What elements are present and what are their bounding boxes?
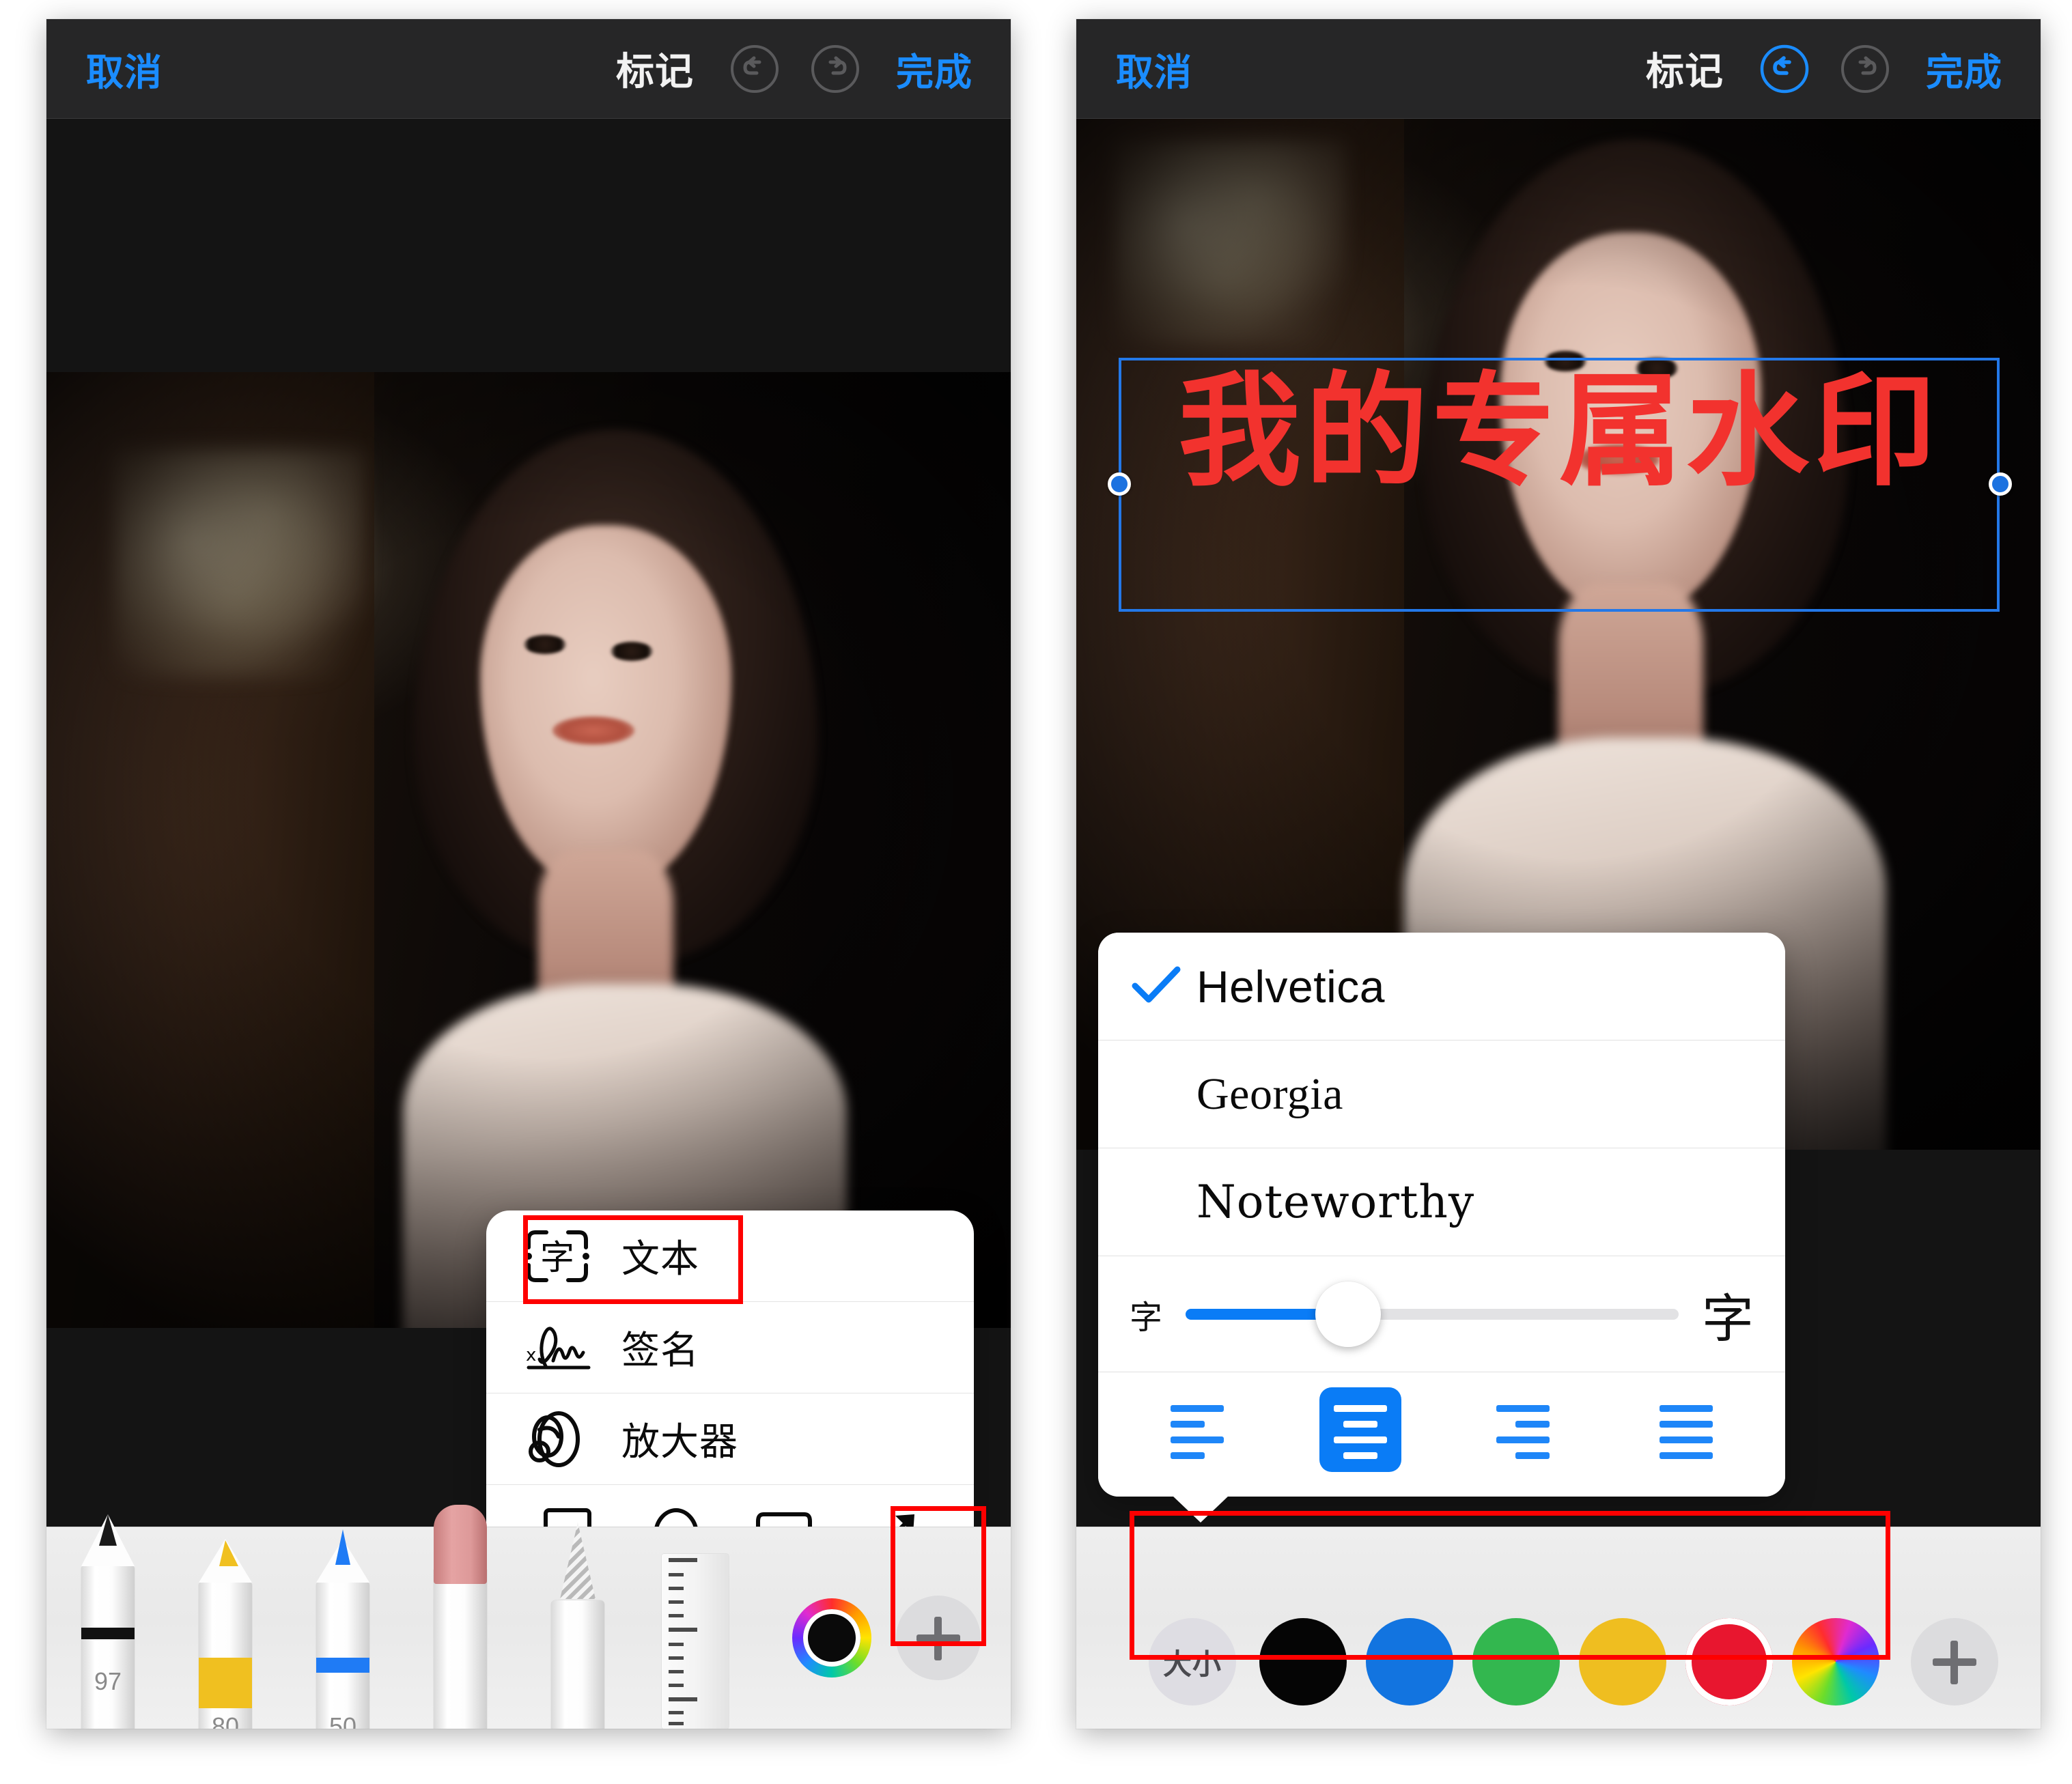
color-wheel-button[interactable] [792, 1598, 871, 1677]
size-button[interactable]: 大小 [1149, 1618, 1236, 1705]
checkmark-icon [1131, 965, 1196, 1008]
undo-button[interactable] [729, 44, 780, 94]
align-right-button[interactable] [1482, 1387, 1564, 1472]
text-alignment-row [1098, 1372, 1785, 1487]
black-pen-color-band [81, 1628, 135, 1639]
redo-button[interactable] [810, 44, 860, 94]
black-pen-number: 97 [94, 1667, 122, 1695]
panel-caret [1172, 1495, 1229, 1523]
plus-icon-vertical [1950, 1641, 1958, 1684]
plus-icon-vertical [934, 1617, 942, 1660]
right-screenshot-panel: 取消 标记 完成 我的专属水印 Helvetica Georgia Notewo… [1076, 19, 2041, 1729]
font-name: Helvetica [1196, 961, 1385, 1012]
highlighter-body: 80 [199, 1539, 252, 1729]
left-resize-handle[interactable] [1108, 472, 1131, 496]
font-size-slider[interactable] [1186, 1281, 1679, 1347]
popup-item-label: 放大器 [621, 1420, 738, 1463]
font-size-small-label: 字 [1130, 1298, 1163, 1337]
popup-item-label: 文本 [621, 1237, 699, 1280]
font-option-georgia[interactable]: Georgia [1098, 1040, 1785, 1148]
ruler-body [662, 1554, 729, 1729]
nav-history-buttons [1759, 44, 1890, 94]
add-tool-button[interactable] [896, 1596, 981, 1680]
tool-black-pen[interactable]: 97 [70, 1514, 146, 1729]
left-nav-bar: 取消 标记 完成 [46, 19, 1011, 119]
pen-tray: 97 80 50 [46, 1505, 1011, 1729]
page-title: 标记 [1645, 50, 1724, 93]
pencil-body [551, 1523, 604, 1729]
highlighter-chisel-nib [219, 1540, 238, 1566]
cancel-button[interactable]: 取消 [1116, 42, 1192, 96]
align-center-button[interactable] [1319, 1387, 1401, 1472]
top-letterbox [46, 119, 1011, 372]
photo-portrait [46, 372, 1011, 1328]
font-option-noteworthy[interactable]: Noteworthy [1098, 1148, 1785, 1256]
tool-ruler[interactable] [657, 1554, 733, 1729]
popup-item-signature[interactable]: x 签名 [486, 1302, 974, 1393]
pencil-hatched-tip [560, 1523, 596, 1599]
blue-pen-color-band [316, 1658, 369, 1673]
blue-pen-body: 50 [316, 1529, 369, 1729]
left-screenshot-panel: 取消 标记 完成 字 文本 x 签名 放大器 97 80 50 [46, 19, 1011, 1729]
redo-button[interactable] [1840, 44, 1890, 94]
color-wheel-swatch[interactable] [1792, 1618, 1879, 1705]
color-black-swatch[interactable] [1259, 1618, 1347, 1705]
redo-icon [811, 44, 859, 93]
tool-yellow-highlighter[interactable]: 80 [187, 1539, 264, 1729]
align-left-button[interactable] [1156, 1387, 1238, 1472]
add-tool-button[interactable] [1911, 1618, 1998, 1705]
font-options-panel: Helvetica Georgia Noteworthy 字 字 [1098, 933, 1785, 1523]
photo-vignette [46, 372, 1011, 1328]
black-pen-body: 97 [81, 1514, 135, 1729]
right-color-toolbar: 大小 [1076, 1527, 2041, 1729]
page-title: 标记 [615, 50, 694, 93]
undo-button[interactable] [1759, 44, 1810, 94]
font-size-large-label: 字 [1702, 1288, 1754, 1349]
ruler-ticks [669, 1558, 697, 1725]
done-button[interactable]: 完成 [1926, 42, 2002, 96]
color-blue-swatch[interactable] [1366, 1618, 1453, 1705]
font-option-helvetica[interactable]: Helvetica [1098, 933, 1785, 1040]
nav-history-buttons [729, 44, 860, 94]
eraser-head [434, 1505, 487, 1584]
signature-icon: x [523, 1318, 598, 1377]
tool-blue-pen[interactable]: 50 [305, 1529, 381, 1729]
text-box-icon: 字 [523, 1227, 598, 1286]
watermark-text[interactable]: 我的专属水印 [1121, 367, 1997, 498]
undo-icon [1760, 44, 1809, 93]
redo-icon [1840, 44, 1889, 93]
color-yellow-swatch[interactable] [1579, 1618, 1666, 1705]
cancel-button[interactable]: 取消 [86, 42, 163, 96]
color-wheel-selected-swatch [803, 1609, 860, 1667]
watermark-selection-box[interactable]: 我的专属水印 [1119, 358, 2000, 612]
svg-text:字: 字 [540, 1238, 574, 1277]
highlighter-color-band [199, 1658, 252, 1708]
black-pen-nib [99, 1514, 117, 1546]
color-red-swatch-selected[interactable] [1685, 1618, 1773, 1705]
font-size-row: 字 字 [1098, 1256, 1785, 1372]
right-nav-bar: 取消 标记 完成 [1076, 19, 2041, 119]
popup-item-label: 签名 [621, 1329, 699, 1372]
popup-item-text[interactable]: 字 文本 [486, 1210, 974, 1302]
svg-text:x: x [526, 1345, 536, 1365]
slider-thumb[interactable] [1315, 1281, 1382, 1347]
tool-eraser[interactable] [422, 1505, 499, 1729]
eraser-body [434, 1505, 487, 1729]
tool-pencil[interactable] [540, 1523, 616, 1729]
font-name: Georgia [1196, 1068, 1343, 1119]
blue-pen-nib [335, 1529, 350, 1565]
align-justify-button[interactable] [1645, 1387, 1727, 1472]
left-markup-toolbar: 97 80 50 [46, 1505, 1011, 1729]
font-name: Noteworthy [1196, 1176, 1475, 1228]
blue-pen-number: 50 [328, 1712, 357, 1729]
color-green-swatch[interactable] [1472, 1618, 1560, 1705]
right-resize-handle[interactable] [1989, 472, 2012, 496]
highlighter-number: 80 [211, 1712, 240, 1729]
popup-item-magnifier[interactable]: 放大器 [486, 1393, 974, 1485]
magnifier-icon [523, 1409, 598, 1469]
undo-icon [730, 44, 779, 93]
done-button[interactable]: 完成 [896, 42, 972, 96]
